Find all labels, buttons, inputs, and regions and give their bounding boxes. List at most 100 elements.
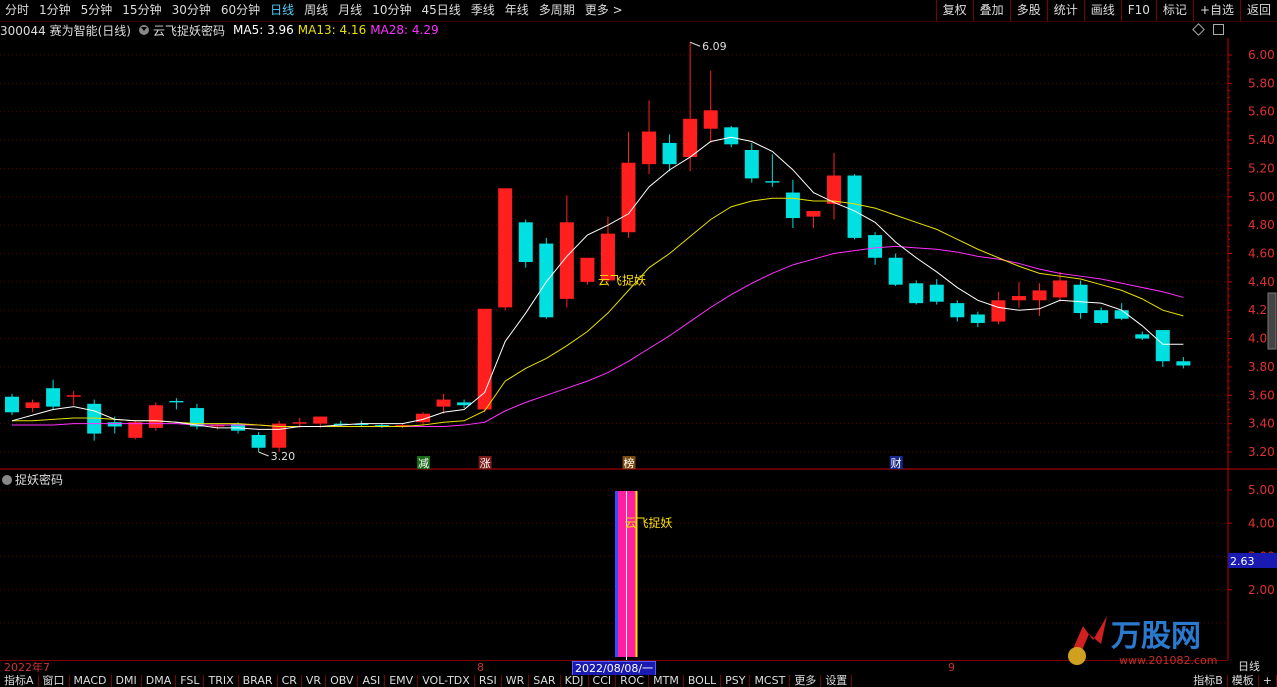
period-tab[interactable]: 月线 [333,0,367,21]
indicator-tab[interactable]: BRAR [239,675,278,687]
candle-body[interactable] [148,405,163,428]
candle-body[interactable] [1094,310,1109,323]
indicator-tab[interactable]: OBV [326,675,359,687]
main-candlestick-chart[interactable]: 6.005.805.605.405.205.004.804.604.404.20… [0,38,1277,470]
indicator-tab[interactable]: CCI [589,675,617,687]
period-tab[interactable]: 年线 [500,0,534,21]
toolbar-button[interactable]: 统计 [1046,0,1084,21]
indicator-tab[interactable]: RSI [475,675,502,687]
candle-body[interactable] [621,162,636,233]
sub-dropdown-icon[interactable] [2,475,12,485]
period-tab[interactable]: 日线 [265,0,299,21]
candle-body[interactable] [642,131,657,165]
candle-body[interactable] [970,314,985,323]
indicator-tab[interactable]: VR [302,675,327,687]
stock-title[interactable]: 300044 赛为智能(日线) [0,22,131,39]
period-tab[interactable]: 60分钟 [216,0,265,21]
candle-body[interactable] [313,416,328,424]
candle-body[interactable] [498,188,513,308]
event-marker-label[interactable]: 财 [891,456,902,470]
candle-body[interactable] [683,118,698,158]
candle-body[interactable] [1176,361,1191,366]
candle-body[interactable] [5,396,19,413]
candle-body[interactable] [251,434,266,448]
indicator-tab[interactable]: CR [278,675,302,687]
period-tab[interactable]: 分时 [0,0,34,21]
indicator-tab[interactable]: ROC [616,675,650,687]
candle-body[interactable] [539,243,554,318]
indicator-tab[interactable]: ASI [358,675,386,687]
period-tab[interactable]: 季线 [466,0,500,21]
period-tab[interactable]: 10分钟 [367,0,416,21]
candle-body[interactable] [806,210,821,217]
candle-body[interactable] [46,388,61,407]
candle-body[interactable] [107,422,122,427]
price-scroll-handle[interactable] [1267,292,1277,350]
candle-body[interactable] [477,308,492,410]
indicator-tab[interactable]: MCST [750,675,791,687]
event-marker-label[interactable]: 榜 [624,456,635,470]
candle-body[interactable] [1011,296,1026,301]
candle-body[interactable] [169,400,184,403]
candle-body[interactable] [847,175,862,238]
indicator-tab[interactable]: KDJ [561,675,589,687]
candle-body[interactable] [1032,290,1047,301]
sub-chart-title[interactable]: 捉妖密码 [15,472,63,487]
candle-body[interactable] [868,235,883,258]
indicator-tab[interactable]: 更多 [790,675,822,687]
diamond-icon[interactable] [1192,23,1205,36]
candle-body[interactable] [991,300,1006,322]
event-marker-label[interactable]: 减 [418,457,429,470]
period-tab[interactable]: 多周期 [534,0,580,21]
period-tab[interactable]: 45日线 [416,0,465,21]
indicator-tab[interactable]: SAR [529,675,561,687]
bottom-right-tab[interactable]: 指标B [1189,675,1228,687]
indicator-tab[interactable]: WR [502,675,530,687]
candle-body[interactable] [929,284,944,302]
period-tab[interactable]: 5分钟 [76,0,118,21]
indicator-tab[interactable]: 指标A [0,675,39,687]
candle-body[interactable] [580,257,595,282]
candle-body[interactable] [703,110,718,129]
candle-body[interactable] [724,127,739,145]
candle-body[interactable] [1073,284,1088,314]
toolbar-button[interactable]: 返回 [1239,0,1277,21]
window-square-icon[interactable] [1213,24,1224,35]
indicator-tab[interactable]: EMV [385,675,419,687]
toolbar-button[interactable]: 复权 [935,0,973,21]
indicator-tab[interactable]: 窗口 [39,675,70,687]
candle-body[interactable] [66,395,81,397]
candle-body[interactable] [888,257,903,285]
period-tab[interactable]: 更多 > [580,0,628,21]
indicator-tab[interactable]: BOLL [684,675,722,687]
indicator-tab[interactable]: 设置 [821,675,853,687]
candle-body[interactable] [950,303,965,318]
indicator-name[interactable]: 云飞捉妖密码 [153,22,225,39]
period-tab[interactable]: 1分钟 [34,0,76,21]
indicator-tab[interactable]: TRIX [204,675,239,687]
candle-body[interactable] [292,422,307,424]
candle-body[interactable] [909,283,924,304]
toolbar-button[interactable]: 多股 [1009,0,1047,21]
toolbar-button[interactable]: +自选 [1192,0,1240,21]
candle-body[interactable] [744,149,759,179]
indicator-tab[interactable]: DMA [142,675,177,687]
indicator-tab[interactable]: FSL [176,675,205,687]
candle-body[interactable] [559,222,574,299]
toolbar-button[interactable]: 标记 [1155,0,1193,21]
bottom-right-tab[interactable]: 模板 [1228,675,1259,687]
toolbar-button[interactable]: 画线 [1083,0,1121,21]
bottom-right-tab[interactable]: + [1259,675,1277,687]
toolbar-button[interactable]: F10 [1120,0,1156,21]
toolbar-button[interactable]: 叠加 [972,0,1010,21]
candle-body[interactable] [765,181,780,183]
candle-body[interactable] [1053,280,1068,298]
candle-body[interactable] [518,222,533,263]
dropdown-circle-icon[interactable] [139,25,149,35]
period-tab[interactable]: 15分钟 [117,0,166,21]
candle-body[interactable] [128,422,143,438]
candle-body[interactable] [785,192,800,219]
indicator-tab[interactable]: VOL-TDX [418,675,475,687]
candle-body[interactable] [1155,330,1170,362]
indicator-tab[interactable]: PSY [721,675,751,687]
